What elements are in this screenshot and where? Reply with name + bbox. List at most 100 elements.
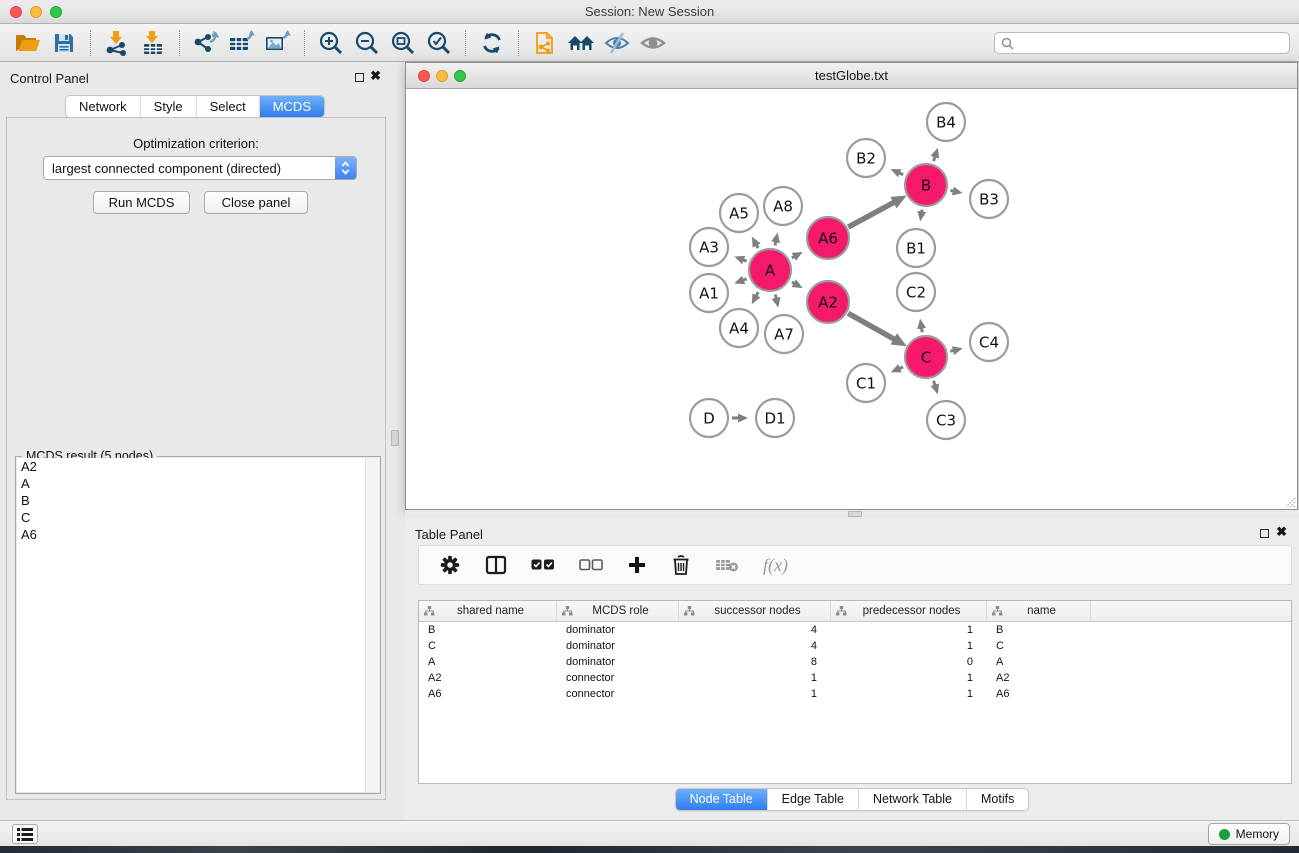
- node-label-A4: A4: [729, 319, 749, 337]
- edge-A2-C[interactable]: [848, 313, 895, 339]
- column-type-icon: [836, 606, 847, 616]
- export-network-icon[interactable]: [188, 28, 224, 58]
- save-session-icon[interactable]: [46, 28, 82, 58]
- hide-selected-eye-icon[interactable]: [599, 28, 635, 58]
- column-header-name[interactable]: name: [987, 601, 1091, 621]
- column-header-shared-name[interactable]: shared name: [419, 601, 557, 621]
- column-header-successor-nodes[interactable]: successor nodes: [679, 601, 831, 621]
- table-row[interactable]: A2connector11A2: [419, 670, 1291, 686]
- edge-A6-B[interactable]: [848, 202, 894, 227]
- cell: B: [419, 622, 557, 638]
- memory-button[interactable]: Memory: [1208, 823, 1290, 845]
- desktop-background: [0, 846, 1299, 853]
- cell: dominator: [557, 622, 679, 638]
- select-all-checked-icon[interactable]: [531, 559, 555, 571]
- network-zoom-button[interactable]: [454, 70, 466, 82]
- zoom-in-icon[interactable]: [313, 28, 349, 58]
- float-panel-icon[interactable]: [355, 73, 364, 82]
- home-icon[interactable]: [563, 28, 599, 58]
- show-eye-icon[interactable]: [635, 28, 671, 58]
- tab-select[interactable]: Select: [196, 96, 259, 117]
- gear-icon[interactable]: [439, 554, 461, 576]
- splitter-handle[interactable]: [391, 430, 399, 446]
- tab-network-table[interactable]: Network Table: [858, 789, 966, 810]
- function-builder-icon[interactable]: f(x): [763, 555, 788, 576]
- columns-icon[interactable]: [485, 555, 507, 575]
- select-none-unchecked-icon[interactable]: [579, 559, 603, 571]
- search-field[interactable]: [994, 32, 1290, 54]
- tab-style[interactable]: Style: [140, 96, 196, 117]
- tab-motifs[interactable]: Motifs: [966, 789, 1028, 810]
- tab-edge-table[interactable]: Edge Table: [767, 789, 858, 810]
- arrowhead: [772, 297, 781, 308]
- arrowhead: [917, 211, 926, 222]
- minimize-window-button[interactable]: [30, 6, 42, 18]
- zoom-fit-icon[interactable]: [385, 28, 421, 58]
- delete-table-icon[interactable]: [715, 557, 739, 573]
- splitter-handle[interactable]: [848, 511, 862, 517]
- window-title: Session: New Session: [0, 0, 1299, 23]
- tab-mcds[interactable]: MCDS: [259, 96, 324, 117]
- memory-status-icon: [1219, 829, 1230, 840]
- zoom-selected-icon[interactable]: [421, 28, 457, 58]
- run-mcds-button[interactable]: Run MCDS: [93, 191, 190, 214]
- table-row[interactable]: Bdominator41B: [419, 622, 1291, 638]
- graph-svg[interactable]: B4B2BB3A8A5A6A3B1AA1C2A2A4A7C4CC1DD1C3: [406, 89, 1297, 509]
- network-canvas[interactable]: B4B2BB3A8A5A6A3B1AA1C2A2A4A7C4CC1DD1C3: [406, 89, 1297, 509]
- network-window-titlebar[interactable]: testGlobe.txt: [406, 63, 1297, 89]
- delete-column-trash-icon[interactable]: [671, 554, 691, 576]
- export-image-icon[interactable]: [260, 28, 296, 58]
- column-header-predecessor-nodes[interactable]: predecessor nodes: [831, 601, 987, 621]
- node-label-A: A: [765, 261, 776, 279]
- select-stepper-icon: [335, 157, 356, 179]
- cell: 1: [679, 670, 831, 686]
- mcds-result-item[interactable]: A6: [17, 526, 365, 543]
- arrowhead: [771, 232, 780, 243]
- import-table-icon[interactable]: [135, 28, 171, 58]
- node-table[interactable]: shared nameMCDS rolesuccessor nodesprede…: [418, 600, 1292, 784]
- toolbar-separator: [518, 30, 519, 56]
- mcds-result-item[interactable]: C: [17, 509, 365, 526]
- zoom-out-icon[interactable]: [349, 28, 385, 58]
- close-panel-button[interactable]: Close panel: [204, 191, 308, 214]
- vertical-splitter[interactable]: [390, 62, 405, 820]
- tab-node-table[interactable]: Node Table: [676, 789, 767, 810]
- float-panel-icon[interactable]: [1260, 529, 1269, 538]
- cell: A2: [419, 670, 557, 686]
- node-label-A5: A5: [729, 204, 749, 222]
- mcds-result-item[interactable]: B: [17, 492, 365, 509]
- optimization-criterion-select[interactable]: largest connected component (directed): [43, 156, 357, 180]
- column-header-MCDS-role[interactable]: MCDS role: [557, 601, 679, 621]
- arrowhead: [931, 148, 940, 159]
- open-session-icon[interactable]: [10, 28, 46, 58]
- main-titlebar: Session: New Session: [0, 0, 1299, 24]
- zoom-window-button[interactable]: [50, 6, 62, 18]
- tab-network[interactable]: Network: [66, 96, 140, 117]
- close-window-button[interactable]: [10, 6, 22, 18]
- table-row[interactable]: Cdominator41C: [419, 638, 1291, 654]
- arrowhead: [931, 383, 940, 394]
- node-label-D1: D1: [764, 409, 785, 427]
- close-panel-icon[interactable]: ✖: [1276, 524, 1287, 540]
- table-row[interactable]: A6connector11A6: [419, 686, 1291, 702]
- horizontal-splitter[interactable]: [405, 510, 1299, 518]
- mcds-result-list[interactable]: A2ABCA6: [17, 458, 365, 792]
- resize-grip-icon[interactable]: [1283, 495, 1296, 508]
- network-minimize-button[interactable]: [436, 70, 448, 82]
- network-close-button[interactable]: [418, 70, 430, 82]
- result-scrollbar[interactable]: [365, 458, 379, 792]
- mcds-result-item[interactable]: A2: [17, 458, 365, 475]
- close-panel-icon[interactable]: ✖: [370, 68, 381, 84]
- export-table-icon[interactable]: [224, 28, 260, 58]
- new-network-from-file-icon[interactable]: [527, 28, 563, 58]
- import-network-icon[interactable]: [99, 28, 135, 58]
- arrowhead: [734, 256, 745, 264]
- task-history-button[interactable]: [12, 824, 38, 844]
- add-column-icon[interactable]: [627, 555, 647, 575]
- cell: connector: [557, 686, 679, 702]
- refresh-icon[interactable]: [474, 28, 510, 58]
- table-row[interactable]: Adominator80A: [419, 654, 1291, 670]
- table-toolbar: f(x): [418, 545, 1292, 585]
- search-input[interactable]: [1018, 36, 1283, 50]
- mcds-result-item[interactable]: A: [17, 475, 365, 492]
